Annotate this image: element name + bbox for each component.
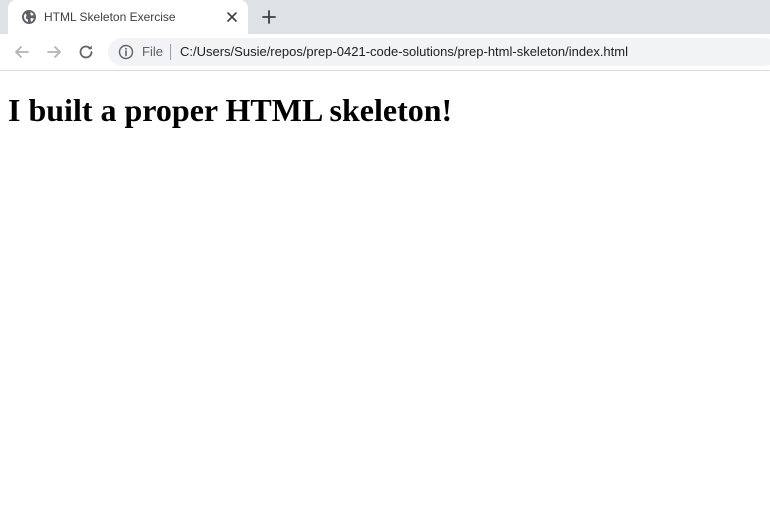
- page-content: I built a proper HTML skeleton!: [0, 71, 770, 521]
- plus-icon[interactable]: [259, 7, 279, 27]
- security-chip-label[interactable]: File: [142, 44, 163, 60]
- tab-title: HTML Skeleton Exercise: [44, 10, 176, 24]
- reload-icon[interactable]: [76, 42, 96, 62]
- tab-strip: HTML Skeleton Exercise: [0, 0, 770, 34]
- arrow-left-icon[interactable]: [12, 42, 32, 62]
- browser-toolbar: File C:/Users/Susie/repos/prep-0421-code…: [0, 34, 770, 71]
- address-bar[interactable]: File C:/Users/Susie/repos/prep-0421-code…: [108, 38, 770, 66]
- browser-tab-active[interactable]: HTML Skeleton Exercise: [8, 0, 248, 34]
- info-icon[interactable]: [118, 44, 134, 60]
- globe-icon: [22, 10, 36, 24]
- url-text[interactable]: C:/Users/Susie/repos/prep-0421-code-solu…: [180, 44, 628, 60]
- arrow-right-icon[interactable]: [44, 42, 64, 62]
- omnibox-divider: [170, 44, 171, 60]
- close-icon[interactable]: [224, 9, 240, 25]
- page-heading: I built a proper HTML skeleton!: [8, 92, 453, 128]
